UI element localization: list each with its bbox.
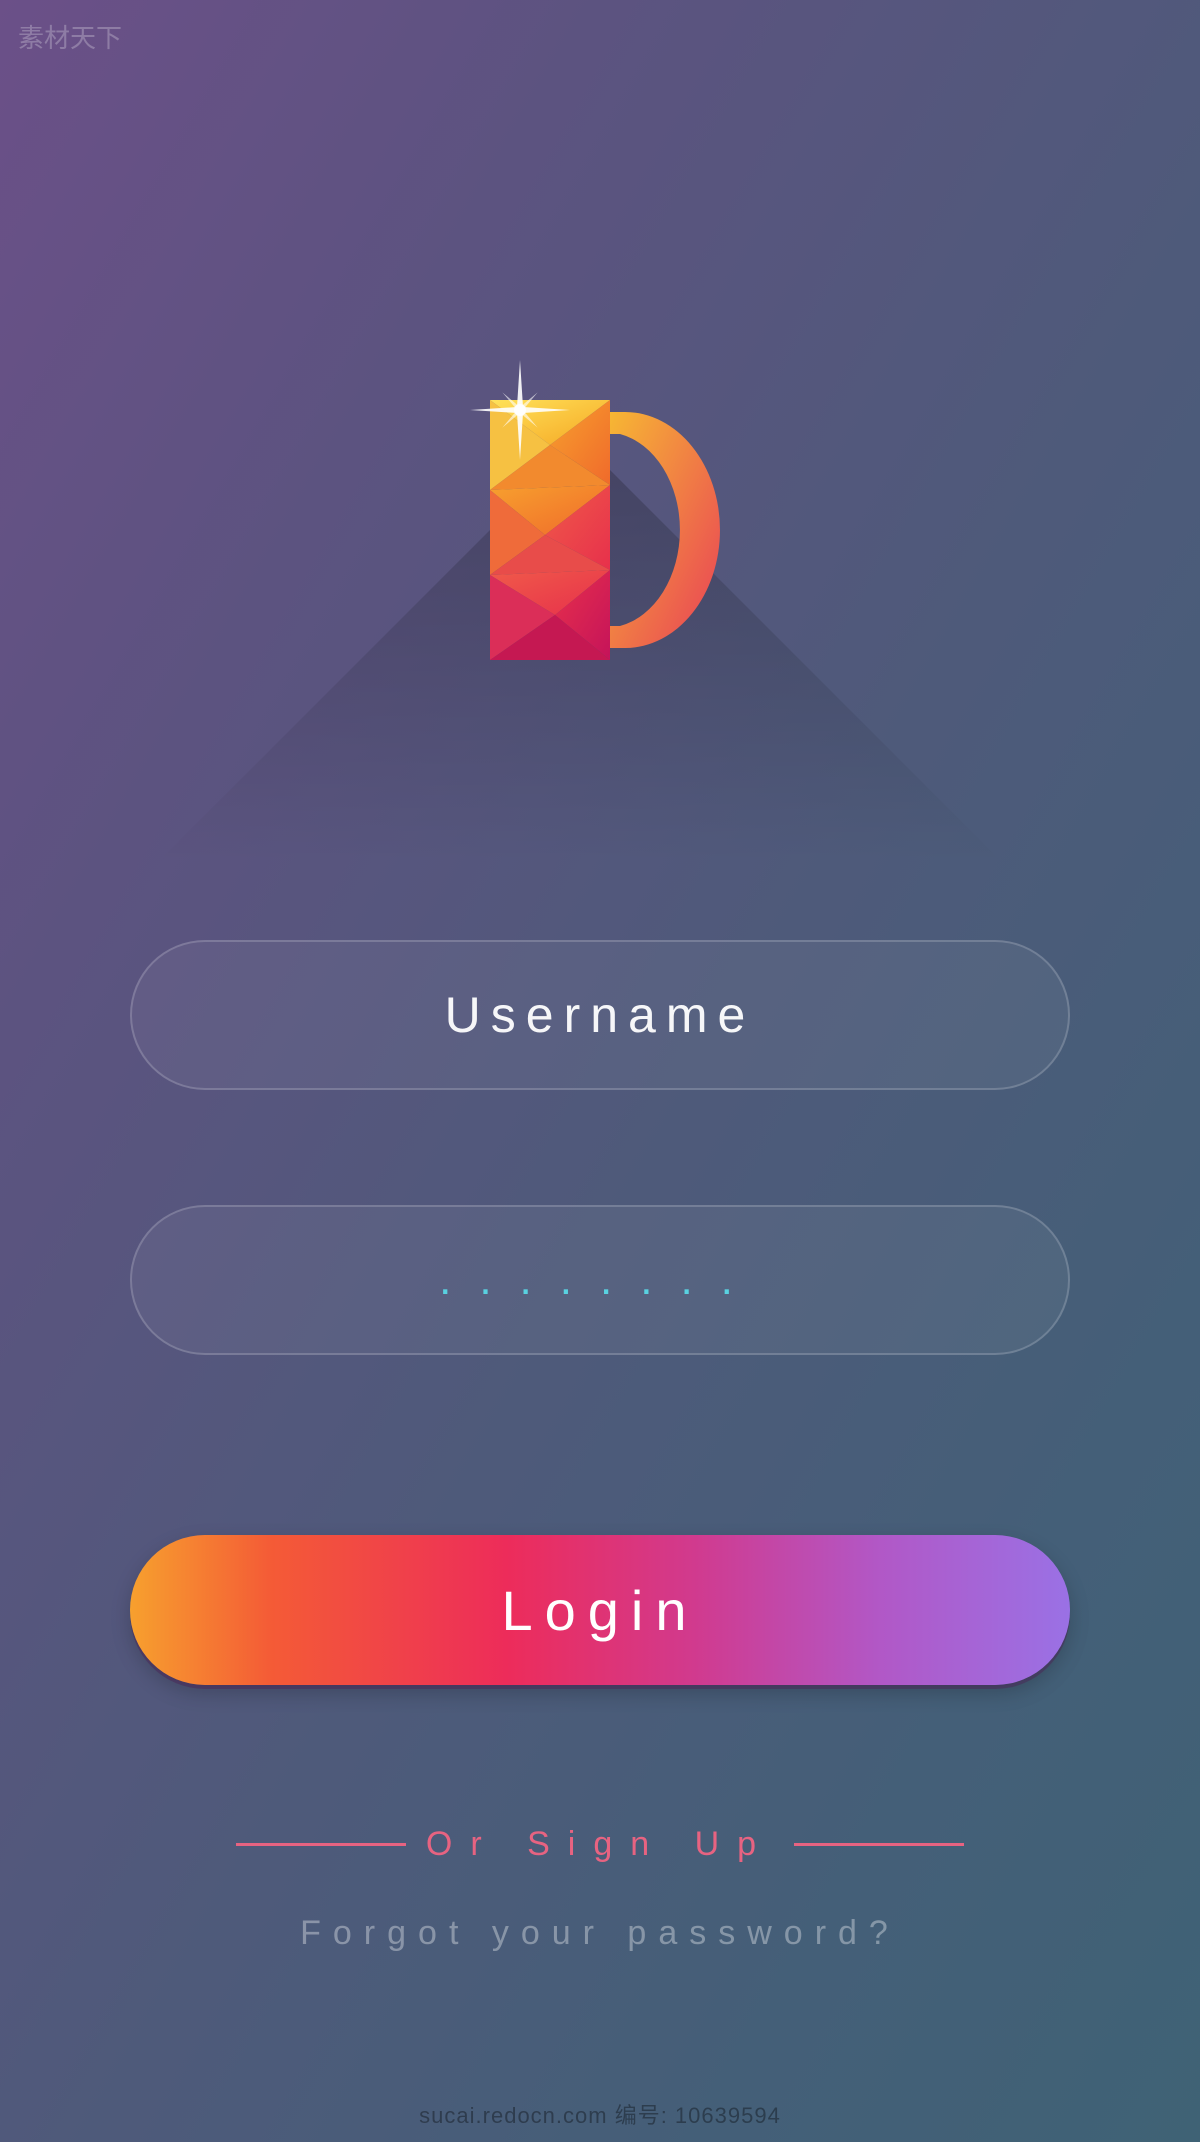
app-logo [450, 380, 750, 680]
watermark-bottom: sucai.redocn.com 编号: 10639594 [419, 2098, 781, 2130]
login-button[interactable]: Login [130, 1535, 1070, 1685]
divider-right [794, 1843, 964, 1846]
divider-left [236, 1843, 406, 1846]
watermark-top: 素材天下 [18, 18, 122, 55]
forgot-password-link[interactable]: Forgot your password? [300, 1914, 900, 1953]
signup-label: Or Sign Up [426, 1825, 774, 1864]
signup-link[interactable]: Or Sign Up [236, 1825, 964, 1864]
